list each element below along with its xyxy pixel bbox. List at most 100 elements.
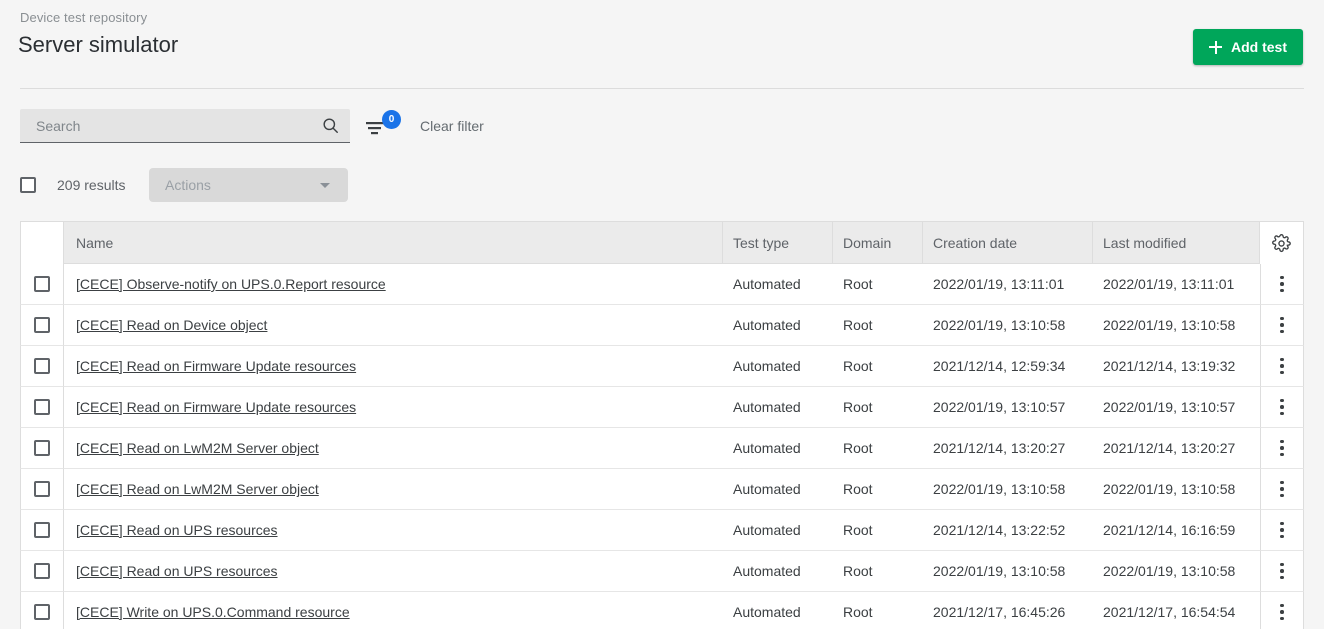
actions-dropdown-label: Actions	[165, 177, 211, 193]
row-menu-cell	[1260, 510, 1304, 551]
row-checkbox-cell	[20, 510, 64, 551]
row-last-modified: 2021/12/14, 16:16:59	[1093, 510, 1260, 551]
row-creation-date: 2022/01/19, 13:10:58	[923, 551, 1093, 592]
row-more-options-icon[interactable]	[1276, 559, 1288, 584]
row-more-options-icon[interactable]	[1276, 436, 1288, 461]
plus-icon	[1209, 40, 1222, 54]
filter-count-badge: 0	[382, 110, 401, 129]
table-row: [CECE] Observe-notify on UPS.0.Report re…	[20, 264, 1304, 305]
row-checkbox[interactable]	[34, 358, 50, 374]
header-divider	[20, 88, 1304, 89]
row-creation-date: 2021/12/17, 16:45:26	[923, 592, 1093, 629]
actions-dropdown[interactable]: Actions	[149, 168, 348, 202]
row-test-type: Automated	[723, 510, 833, 551]
row-domain: Root	[833, 264, 923, 305]
row-more-options-icon[interactable]	[1276, 272, 1288, 297]
header-domain[interactable]: Domain	[833, 221, 923, 264]
header-creation-date[interactable]: Creation date	[923, 221, 1093, 264]
row-creation-date: 2022/01/19, 13:10:58	[923, 305, 1093, 346]
row-name-cell: [CECE] Write on UPS.0.Command resource	[64, 592, 723, 629]
row-last-modified: 2022/01/19, 13:10:58	[1093, 551, 1260, 592]
row-name-cell: [CECE] Read on Firmware Update resources	[64, 387, 723, 428]
header-checkbox-cell	[20, 221, 64, 264]
row-checkbox[interactable]	[34, 604, 50, 620]
row-test-type: Automated	[723, 346, 833, 387]
row-name-cell: [CECE] Observe-notify on UPS.0.Report re…	[64, 264, 723, 305]
row-checkbox[interactable]	[34, 399, 50, 415]
app-root: Device test repository Server simulator …	[0, 0, 1324, 629]
row-test-type: Automated	[723, 551, 833, 592]
row-test-type: Automated	[723, 264, 833, 305]
row-creation-date: 2022/01/19, 13:11:01	[923, 264, 1093, 305]
row-last-modified: 2022/01/19, 13:11:01	[1093, 264, 1260, 305]
table-body: [CECE] Observe-notify on UPS.0.Report re…	[20, 264, 1304, 629]
clear-filter-button[interactable]: Clear filter	[420, 118, 484, 134]
breadcrumb: Device test repository	[20, 10, 148, 25]
row-checkbox[interactable]	[34, 481, 50, 497]
test-name-link[interactable]: [CECE] Observe-notify on UPS.0.Report re…	[76, 276, 386, 292]
search-box[interactable]	[20, 109, 350, 143]
row-more-options-icon[interactable]	[1276, 313, 1288, 338]
row-menu-cell	[1260, 551, 1304, 592]
row-checkbox[interactable]	[34, 522, 50, 538]
row-menu-cell	[1260, 428, 1304, 469]
row-creation-date: 2021/12/14, 13:20:27	[923, 428, 1093, 469]
test-name-link[interactable]: [CECE] Read on UPS resources	[76, 563, 278, 579]
test-name-link[interactable]: [CECE] Read on Firmware Update resources	[76, 358, 356, 374]
row-last-modified: 2022/01/19, 13:10:58	[1093, 305, 1260, 346]
table-row: [CECE] Read on Firmware Update resources…	[20, 346, 1304, 387]
row-creation-date: 2021/12/14, 13:22:52	[923, 510, 1093, 551]
row-checkbox[interactable]	[34, 440, 50, 456]
test-name-link[interactable]: [CECE] Read on Firmware Update resources	[76, 399, 356, 415]
row-name-cell: [CECE] Read on LwM2M Server object	[64, 428, 723, 469]
add-test-button-label: Add test	[1231, 39, 1287, 55]
filter-icon[interactable]: 0	[366, 110, 401, 140]
row-checkbox[interactable]	[34, 563, 50, 579]
search-icon[interactable]	[310, 116, 350, 135]
test-name-link[interactable]: [CECE] Read on UPS resources	[76, 522, 278, 538]
row-checkbox-cell	[20, 428, 64, 469]
row-domain: Root	[833, 469, 923, 510]
row-checkbox-cell	[20, 592, 64, 629]
row-test-type: Automated	[723, 592, 833, 629]
test-name-link[interactable]: [CECE] Read on Device object	[76, 317, 267, 333]
row-name-cell: [CECE] Read on UPS resources	[64, 510, 723, 551]
row-creation-date: 2022/01/19, 13:10:57	[923, 387, 1093, 428]
header-last-modified[interactable]: Last modified	[1093, 221, 1260, 264]
add-test-button[interactable]: Add test	[1193, 29, 1303, 65]
table-row: [CECE] Read on UPS resources Automated Roo…	[20, 551, 1304, 592]
test-name-link[interactable]: [CECE] Read on LwM2M Server object	[76, 481, 319, 497]
row-test-type: Automated	[723, 469, 833, 510]
row-more-options-icon[interactable]	[1276, 477, 1288, 502]
select-all-checkbox[interactable]	[20, 177, 36, 193]
column-settings-button[interactable]	[1260, 221, 1304, 264]
row-more-options-icon[interactable]	[1276, 600, 1288, 625]
row-last-modified: 2021/12/14, 13:19:32	[1093, 346, 1260, 387]
row-domain: Root	[833, 551, 923, 592]
test-name-link[interactable]: [CECE] Write on UPS.0.Command resource	[76, 604, 350, 620]
row-name-cell: [CECE] Read on Firmware Update resources	[64, 346, 723, 387]
row-creation-date: 2022/01/19, 13:10:58	[923, 469, 1093, 510]
row-checkbox[interactable]	[34, 276, 50, 292]
row-more-options-icon[interactable]	[1276, 354, 1288, 379]
table-row: [CECE] Read on UPS resources Automated Roo…	[20, 510, 1304, 551]
row-last-modified: 2022/01/19, 13:10:57	[1093, 387, 1260, 428]
tests-table: Name Test type Domain Creation date Last…	[20, 221, 1304, 629]
row-name-cell: [CECE] Read on UPS resources	[64, 551, 723, 592]
row-more-options-icon[interactable]	[1276, 518, 1288, 543]
table-row: [CECE] Write on UPS.0.Command resource Au…	[20, 592, 1304, 629]
header-name[interactable]: Name	[64, 221, 723, 264]
row-domain: Root	[833, 510, 923, 551]
search-input[interactable]	[20, 109, 310, 142]
row-test-type: Automated	[723, 428, 833, 469]
row-checkbox[interactable]	[34, 317, 50, 333]
test-name-link[interactable]: [CECE] Read on LwM2M Server object	[76, 440, 319, 456]
page-header: Device test repository Server simulator …	[0, 0, 1324, 88]
header-test-type[interactable]: Test type	[723, 221, 833, 264]
row-more-options-icon[interactable]	[1276, 395, 1288, 420]
row-domain: Root	[833, 592, 923, 629]
row-checkbox-cell	[20, 387, 64, 428]
gear-icon	[1272, 233, 1291, 253]
row-domain: Root	[833, 428, 923, 469]
row-menu-cell	[1260, 387, 1304, 428]
